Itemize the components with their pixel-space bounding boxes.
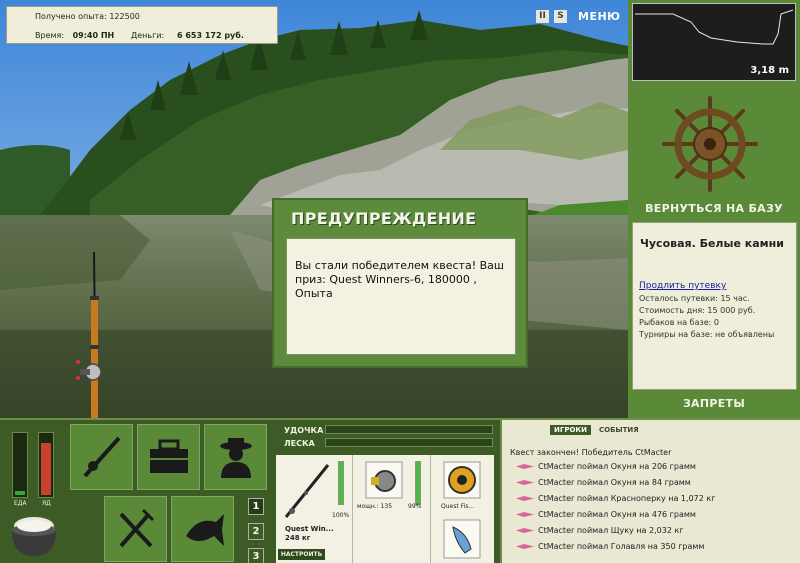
list-item: CtMacter поймал Окуня на 206 грамм — [516, 460, 696, 472]
bans-button[interactable]: ЗАПРЕТЫ — [628, 397, 800, 410]
depth-readout: 3,18 m — [750, 65, 789, 76]
time-label: Время: — [35, 31, 65, 40]
rod-weight: 248 кг — [285, 534, 311, 542]
lure-icon — [516, 463, 534, 469]
menu-button[interactable]: МЕНЮ — [578, 10, 621, 23]
anglers-count: Рыбаков на базе: 0 — [639, 318, 719, 327]
list-item: CtMacter поймал Голавля на 350 грамм — [516, 540, 704, 552]
tackle-panel: 100% Quest Win... 248 кг НАСТРОИТЬ мощн.… — [276, 455, 494, 563]
money-label: Деньги: — [131, 31, 165, 40]
pause-button[interactable]: II — [536, 9, 549, 23]
line-spool-icon — [443, 461, 481, 499]
lure-item-icon — [443, 519, 481, 559]
day-cost: Стоимость дня: 15 000 руб. — [639, 306, 756, 315]
list-item: CtMacter поймал Окуня на 476 грамм — [516, 508, 696, 520]
experience-label: Получено опыта: — [35, 12, 107, 21]
character-tile[interactable] — [204, 424, 267, 490]
fish-tile[interactable] — [171, 496, 234, 562]
inventory-tile[interactable] — [137, 424, 200, 490]
line-bar-label: ЛЕСКА — [284, 439, 315, 448]
tournaments-status: Турниры на базе: не объявлены — [639, 330, 775, 339]
food-tile[interactable] — [104, 496, 167, 562]
page-button-2[interactable]: 2 — [248, 523, 264, 540]
player-info-panel: Получено опыта: 122500 Время: 09:40 ПН Д… — [6, 6, 278, 44]
tab-players[interactable]: ИГРОКИ — [550, 425, 591, 435]
reel-condition: 99% — [408, 503, 422, 510]
return-to-base-button[interactable]: ВЕРНУТЬСЯ НА БАЗУ — [628, 202, 800, 215]
poison-label: ЯД — [42, 500, 51, 507]
rod-item-icon — [284, 464, 330, 518]
top-controls: II S МЕНЮ — [536, 8, 621, 24]
warning-dialog[interactable]: ПРЕДУПРЕЖДЕНИЕ Вы стали победителем квес… — [272, 198, 528, 368]
warning-message: Вы стали победителем квеста! Ваш приз: Q… — [286, 238, 516, 355]
warning-title: ПРЕДУПРЕЖДЕНИЕ — [291, 209, 477, 228]
page-button-1[interactable]: 1 — [248, 498, 264, 515]
reel-condition-bar — [415, 461, 421, 505]
extend-trip-link[interactable]: Продлить путевку — [639, 281, 726, 291]
lure-icon — [516, 511, 534, 517]
location-name: Чусовая. Белые камни — [640, 237, 784, 250]
fish-icon — [185, 514, 224, 546]
ship-wheel-icon[interactable] — [662, 96, 758, 195]
lure-icon — [516, 527, 534, 533]
fork-knife-icon — [118, 508, 154, 548]
poison-gauge — [38, 432, 54, 498]
tackle-box-icon — [149, 439, 188, 473]
sound-button[interactable]: S — [554, 9, 567, 23]
time-value: 09:40 ПН — [72, 31, 115, 40]
cooking-pot-icon[interactable] — [8, 510, 60, 563]
rod-cell[interactable]: 100% Quest Win... 248 кг НАСТРОИТЬ — [276, 455, 353, 563]
food-gauge — [12, 432, 28, 498]
reel-power: мощн.: 135 — [357, 503, 393, 510]
setup-button[interactable]: НАСТРОИТЬ — [278, 549, 325, 560]
food-label: ЕДА — [14, 500, 27, 507]
location-panel: Чусовая. Белые камни Продлить путевку Ос… — [632, 222, 797, 390]
rod-tackle-icon — [83, 436, 120, 478]
list-item: CtMacter поймал Красноперку на 1,072 кг — [516, 492, 715, 504]
poison-fill — [41, 442, 51, 495]
rod-tension-bar — [325, 425, 493, 434]
rod-condition: 100% — [332, 512, 350, 519]
lure-icon — [516, 495, 534, 501]
list-item: CtMacter поймал Щуку на 2,032 кг — [516, 524, 683, 536]
tab-events[interactable]: СОБЫТИЯ — [595, 425, 643, 435]
page-button-3[interactable]: 3 — [248, 548, 264, 563]
list-item: CtMacter поймал Окуня на 84 грамм — [516, 476, 691, 488]
reel-icon — [365, 461, 403, 499]
depth-map[interactable]: 3,18 m — [632, 3, 796, 81]
line-item-name: Quest Fis... — [441, 503, 475, 510]
lure-icon — [516, 479, 534, 485]
quest-message: Квест закончен! Победитель CtMacter — [510, 448, 672, 457]
experience-value: 122500 — [109, 12, 140, 21]
fisherman-icon — [219, 438, 252, 478]
rod-name: Quest Win... — [285, 525, 334, 533]
trip-left: Осталось путевки: 15 час. — [639, 294, 750, 303]
rod-bar-label: УДОЧКА — [284, 426, 324, 435]
events-panel: ИГРОКИ СОБЫТИЯ Квест закончен! Победител… — [500, 420, 800, 563]
tackle-tile[interactable] — [70, 424, 133, 490]
lure-icon — [516, 543, 534, 549]
rod-condition-bar — [338, 461, 344, 505]
money-value: 6 653 172 руб. — [177, 31, 244, 40]
food-fill — [15, 491, 25, 495]
line-tension-bar — [325, 438, 493, 447]
